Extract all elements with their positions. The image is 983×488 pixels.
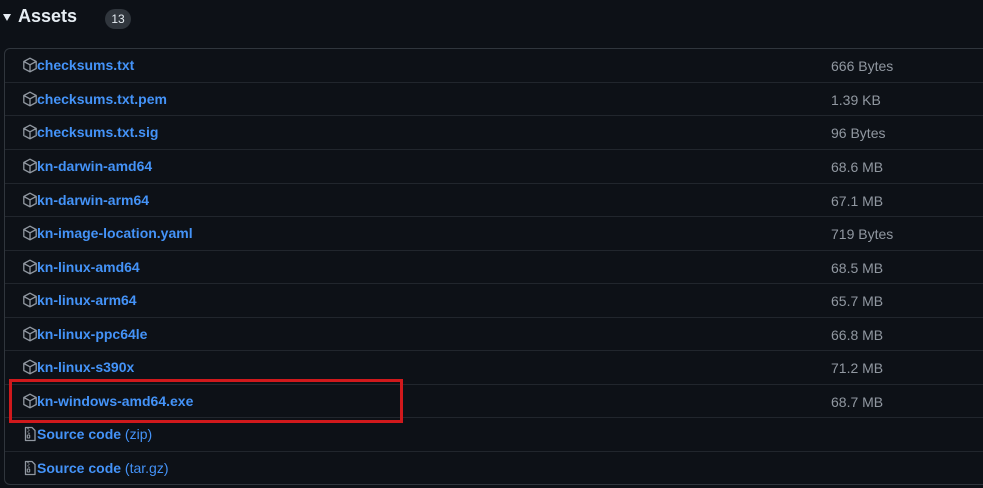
asset-row: kn-linux-s390x 71.2 MB (5, 350, 983, 383)
asset-link[interactable]: kn-linux-ppc64le (37, 326, 147, 342)
asset-link[interactable]: kn-darwin-amd64 (37, 158, 152, 174)
asset-row: kn-image-location.yaml 719 Bytes (5, 216, 983, 249)
source-code-label: Source code (37, 460, 122, 476)
asset-row: checksums.txt 666 Bytes (5, 49, 983, 82)
asset-link[interactable]: kn-linux-amd64 (37, 259, 140, 275)
assets-count-badge: 13 (105, 9, 131, 29)
asset-row: kn-windows-amd64.exe 68.7 MB (5, 384, 983, 417)
file-zip-icon (24, 426, 36, 442)
asset-size: 68.5 MB (831, 260, 884, 276)
asset-size: 67.1 MB (831, 193, 884, 209)
package-icon (23, 259, 37, 275)
asset-size: 666 Bytes (831, 58, 894, 74)
asset-row: checksums.txt.sig 96 Bytes (5, 115, 983, 148)
package-icon (23, 91, 37, 107)
asset-size: 96 Bytes (831, 125, 886, 141)
asset-size: 68.7 MB (831, 394, 884, 410)
asset-row: kn-darwin-arm64 67.1 MB (5, 183, 983, 216)
asset-link[interactable]: kn-darwin-arm64 (37, 192, 149, 208)
source-code-format: (zip) (124, 426, 153, 442)
package-icon (23, 359, 37, 375)
asset-link[interactable]: checksums.txt.sig (37, 124, 158, 140)
source-code-row: Source code (tar.gz) (5, 451, 983, 484)
source-code-format: (tar.gz) (124, 460, 169, 476)
asset-size: 719 Bytes (831, 226, 894, 242)
assets-title: Assets (18, 6, 78, 26)
package-icon (23, 292, 37, 308)
asset-size: 1.39 KB (831, 92, 881, 108)
assets-list: checksums.txt 666 Bytes checksums.txt.pe… (4, 48, 983, 485)
package-icon (23, 326, 37, 342)
package-icon (23, 192, 37, 208)
asset-size: 65.7 MB (831, 293, 884, 309)
asset-link[interactable]: checksums.txt.pem (37, 91, 167, 107)
asset-link[interactable]: checksums.txt (37, 57, 134, 73)
asset-row: kn-darwin-amd64 68.6 MB (5, 149, 983, 182)
package-icon (23, 158, 37, 174)
source-code-label: Source code (37, 426, 122, 442)
triangle-down-icon (3, 14, 11, 21)
package-icon (23, 225, 37, 241)
asset-row: kn-linux-arm64 65.7 MB (5, 283, 983, 316)
file-zip-icon (24, 460, 36, 476)
source-code-row: Source code (zip) (5, 417, 983, 450)
asset-row: kn-linux-amd64 68.5 MB (5, 250, 983, 283)
asset-size: 71.2 MB (831, 360, 884, 376)
package-icon (23, 393, 37, 409)
package-icon (23, 57, 37, 73)
source-code-targz-link[interactable]: Source code (tar.gz) (37, 460, 169, 476)
asset-link[interactable]: kn-image-location.yaml (37, 225, 193, 241)
asset-row: kn-linux-ppc64le 66.8 MB (5, 317, 983, 350)
asset-link[interactable]: kn-windows-amd64.exe (37, 393, 193, 409)
source-code-zip-link[interactable]: Source code (zip) (37, 426, 152, 442)
asset-link[interactable]: kn-linux-arm64 (37, 292, 137, 308)
asset-size: 66.8 MB (831, 327, 884, 343)
asset-link[interactable]: kn-linux-s390x (37, 359, 134, 375)
asset-size: 68.6 MB (831, 159, 884, 175)
package-icon (23, 124, 37, 140)
asset-row: checksums.txt.pem 1.39 KB (5, 82, 983, 115)
